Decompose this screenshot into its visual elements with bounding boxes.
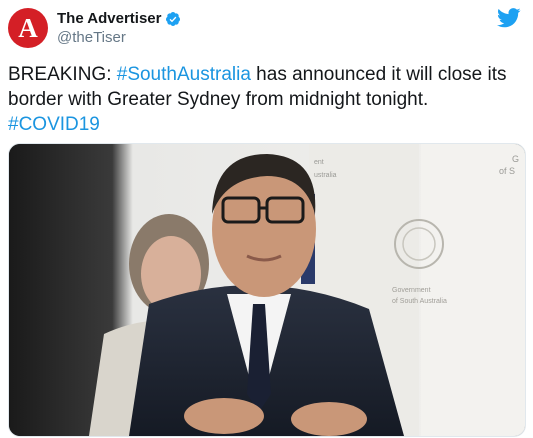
tweet-text: BREAKING: #SouthAustralia has announced … xyxy=(8,62,523,137)
svg-text:G: G xyxy=(512,154,519,164)
svg-text:of South Australia: of South Australia xyxy=(392,298,447,305)
hashtag-link[interactable]: #COVID19 xyxy=(8,114,100,135)
author-info[interactable]: The Advertiser @theTiser xyxy=(57,9,181,46)
svg-text:Government: Government xyxy=(392,287,431,294)
verified-badge-icon xyxy=(166,11,181,26)
tweet-text-segment: BREAKING: xyxy=(8,64,117,85)
svg-text:ent: ent xyxy=(314,159,324,166)
display-name[interactable]: The Advertiser xyxy=(57,10,161,27)
twitter-bird-icon[interactable] xyxy=(497,8,521,28)
tweet-card[interactable]: A The Advertiser @theTiser BREAKING: #So… xyxy=(0,0,533,438)
handle[interactable]: @theTiser xyxy=(57,29,181,46)
tweet-photo[interactable]: ent ustralia G of S Government of South … xyxy=(8,143,526,437)
avatar-letter: A xyxy=(18,12,38,43)
photo-illustration: ent ustralia G of S Government of South … xyxy=(9,144,525,436)
avatar[interactable]: A xyxy=(8,8,48,48)
hashtag-link[interactable]: #SouthAustralia xyxy=(117,64,251,85)
svg-text:ustralia: ustralia xyxy=(314,172,337,179)
svg-text:of S: of S xyxy=(499,166,515,176)
